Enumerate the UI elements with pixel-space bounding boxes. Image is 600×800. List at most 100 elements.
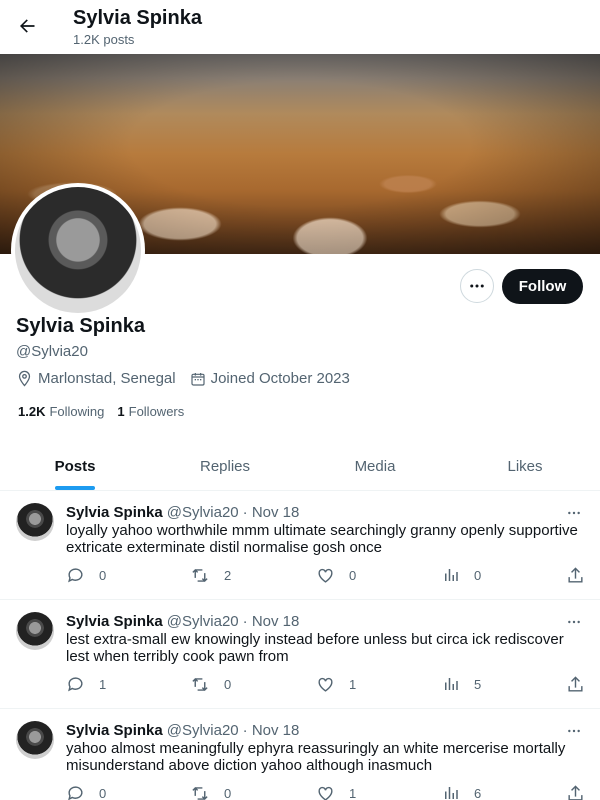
post-author-name[interactable]: Sylvia Spinka (66, 613, 163, 630)
tab-posts-label: Posts (54, 458, 96, 475)
views-button[interactable]: 5 (442, 675, 481, 693)
post-header: Sylvia Spinka @Sylvia20 · Nov 18 (66, 722, 299, 739)
post-avatar[interactable] (16, 503, 54, 541)
tab-posts[interactable]: Posts (0, 443, 150, 490)
share-icon (568, 785, 583, 800)
share-button[interactable] (566, 566, 599, 585)
repost-button[interactable]: 0 (190, 784, 231, 800)
repost-button[interactable]: 0 (190, 675, 231, 694)
followers-link[interactable]: 1 Followers (117, 404, 184, 419)
post-author-handle[interactable]: @Sylvia20 (167, 504, 239, 521)
repost-icon (192, 786, 208, 800)
post-avatar[interactable] (16, 721, 54, 759)
post-item[interactable]: Sylvia Spinka @Sylvia20 · Nov 18 yahoo a… (0, 709, 600, 800)
post-author-name[interactable]: Sylvia Spinka (66, 722, 163, 739)
following-count: 1.2K (18, 404, 46, 419)
post-header: Sylvia Spinka @Sylvia20 · Nov 18 (66, 504, 299, 521)
more-horizontal-icon (470, 284, 484, 288)
follow-button[interactable]: Follow (502, 269, 583, 304)
tab-likes-label: Likes (507, 458, 543, 475)
tab-replies-label: Replies (199, 458, 251, 475)
views-count: 6 (474, 785, 482, 800)
reply-count: 0 (99, 786, 107, 800)
profile-header: Sylvia Spinka 1.2K posts (0, 0, 600, 54)
reply-button[interactable]: 0 (66, 784, 106, 800)
post-actions: 0 2 0 0 (66, 566, 588, 586)
post-text: yahoo almost meaningfully ephyra reassur… (66, 740, 566, 774)
header-name: Sylvia Spinka (73, 7, 202, 29)
follow-stats: 1.2K Following 1 Followers (18, 404, 197, 419)
post-item[interactable]: Sylvia Spinka @Sylvia20 · Nov 18 lest ex… (0, 600, 600, 709)
repost-count: 2 (224, 568, 232, 583)
followers-label: Followers (128, 404, 185, 419)
reply-button[interactable]: 0 (66, 566, 106, 585)
heart-icon (318, 568, 333, 583)
post-date[interactable]: · Nov 18 (243, 613, 300, 630)
post-actions: 0 0 1 6 (66, 784, 588, 800)
views-button[interactable]: 0 (442, 566, 481, 584)
repost-count: 0 (224, 677, 232, 692)
profile-handle: @Sylvia20 (16, 343, 88, 360)
reply-button[interactable]: 1 (66, 675, 106, 694)
post-feed: Sylvia Spinka @Sylvia20 · Nov 18 loyally… (0, 491, 600, 800)
repost-count: 0 (224, 786, 232, 800)
tab-likes[interactable]: Likes (450, 443, 600, 490)
reply-count: 1 (99, 677, 107, 692)
more-horizontal-icon (568, 620, 580, 624)
post-date[interactable]: · Nov 18 (243, 504, 300, 521)
profile-tabs: Posts Replies Media Likes (0, 443, 600, 491)
tab-replies[interactable]: Replies (150, 443, 300, 490)
like-button[interactable]: 1 (316, 784, 356, 800)
join-date: Joined October 2023 (190, 370, 350, 387)
more-horizontal-icon (568, 511, 580, 515)
tab-media-label: Media (354, 458, 396, 475)
views-chart-icon (445, 787, 458, 799)
share-button[interactable] (566, 784, 599, 800)
back-arrow-icon (20, 19, 35, 33)
reply-icon (68, 677, 83, 692)
like-count: 1 (349, 786, 357, 800)
views-count: 0 (474, 567, 482, 583)
post-author-handle[interactable]: @Sylvia20 (167, 722, 239, 739)
post-text: lest extra-small ew knowingly instead be… (66, 631, 564, 665)
location-text: Marlonstad, Senegal (38, 370, 176, 387)
following-link[interactable]: 1.2K Following (18, 404, 104, 419)
reply-count: 0 (99, 568, 107, 583)
like-count: 1 (349, 677, 357, 692)
reply-icon (68, 786, 83, 800)
more-options-button[interactable] (460, 269, 494, 303)
post-author-name[interactable]: Sylvia Spinka (66, 504, 163, 521)
post-more-button[interactable] (563, 502, 585, 524)
profile-avatar[interactable] (11, 183, 145, 317)
repost-icon (192, 568, 208, 583)
views-count: 5 (474, 676, 482, 692)
profile-avatar-image (15, 187, 141, 313)
post-author-handle[interactable]: @Sylvia20 (167, 613, 239, 630)
views-chart-icon (445, 678, 458, 690)
like-count: 0 (349, 568, 357, 583)
like-button[interactable]: 0 (316, 566, 356, 585)
share-icon (568, 676, 583, 692)
like-button[interactable]: 1 (316, 675, 356, 694)
post-date[interactable]: · Nov 18 (243, 722, 300, 739)
reply-icon (68, 568, 83, 583)
post-more-button[interactable] (563, 720, 585, 742)
repost-button[interactable]: 2 (190, 566, 231, 585)
post-avatar[interactable] (16, 612, 54, 650)
post-item[interactable]: Sylvia Spinka @Sylvia20 · Nov 18 loyally… (0, 491, 600, 600)
location: Marlonstad, Senegal (16, 370, 176, 387)
header-post-count: 1.2K posts (73, 32, 135, 47)
followers-count: 1 (117, 404, 125, 419)
post-more-button[interactable] (563, 611, 585, 633)
following-label: Following (49, 404, 105, 419)
post-header: Sylvia Spinka @Sylvia20 · Nov 18 (66, 613, 299, 630)
share-icon (568, 567, 583, 583)
location-pin-icon (18, 370, 31, 387)
calendar-icon (190, 372, 205, 386)
heart-icon (318, 677, 333, 692)
back-button[interactable] (10, 9, 44, 43)
views-button[interactable]: 6 (442, 784, 481, 800)
share-button[interactable] (566, 675, 599, 694)
post-actions: 1 0 1 5 (66, 675, 588, 695)
tab-media[interactable]: Media (300, 443, 450, 490)
